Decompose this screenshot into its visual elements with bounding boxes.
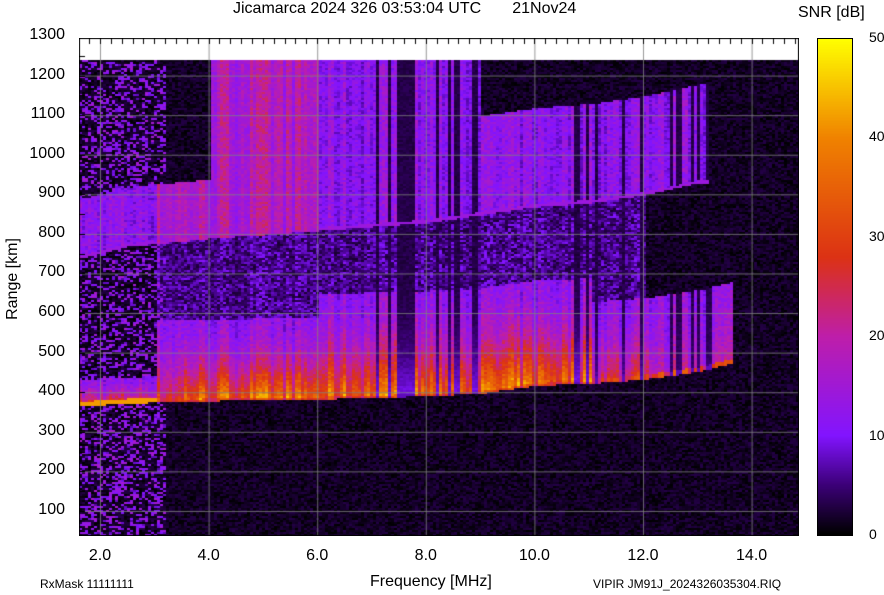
x-tick-label: 8.0 xyxy=(414,547,437,564)
y-tick-label: 1200 xyxy=(29,65,65,83)
y-tick-label: 400 xyxy=(38,382,65,400)
file-label: VIPIR JM91J_2024326035304.RIQ xyxy=(593,577,782,591)
x-tick-label: 14.0 xyxy=(736,547,768,564)
y-tick-label: 900 xyxy=(38,184,65,202)
y-tick-label: 300 xyxy=(38,421,65,439)
colorbar-tick-label: 20 xyxy=(869,327,884,344)
colorbar xyxy=(817,38,853,536)
colorbar-title: SNR [dB] xyxy=(798,4,865,21)
y-tick-label: 100 xyxy=(38,500,65,518)
ionogram-heatmap xyxy=(79,38,799,536)
colorbar-tick-label: 50 xyxy=(869,29,884,45)
y-tick-label: 1100 xyxy=(30,105,65,123)
x-tick-label: 6.0 xyxy=(306,547,329,564)
colorbar-tick-label: 10 xyxy=(869,426,884,443)
colorbar-tick-label: 40 xyxy=(869,128,884,145)
y-tick-label: 1000 xyxy=(29,144,65,162)
x-tick-label: 2.0 xyxy=(88,547,112,564)
rxmask-label: RxMask 11111111 xyxy=(40,577,134,591)
y-tick-label: 600 xyxy=(38,303,65,321)
colorbar-tick-label: 0 xyxy=(869,526,877,542)
x-tick-label: 4.0 xyxy=(197,547,220,564)
chart-title: Jicamarca 2024 326 03:53:04 UTC 21Nov24 xyxy=(233,0,577,17)
y-tick-label: 1300 xyxy=(29,26,65,43)
y-tick-label: 800 xyxy=(38,223,65,241)
y-tick-label: 200 xyxy=(38,461,65,479)
y-tick-label: 700 xyxy=(38,263,65,281)
x-axis-label: Frequency [MHz] xyxy=(370,573,492,590)
y-tick-label: 500 xyxy=(38,342,65,360)
x-tick-label: 10.0 xyxy=(518,547,550,564)
colorbar-tick-label: 30 xyxy=(869,227,884,244)
x-tick-label: 12.0 xyxy=(627,547,659,564)
